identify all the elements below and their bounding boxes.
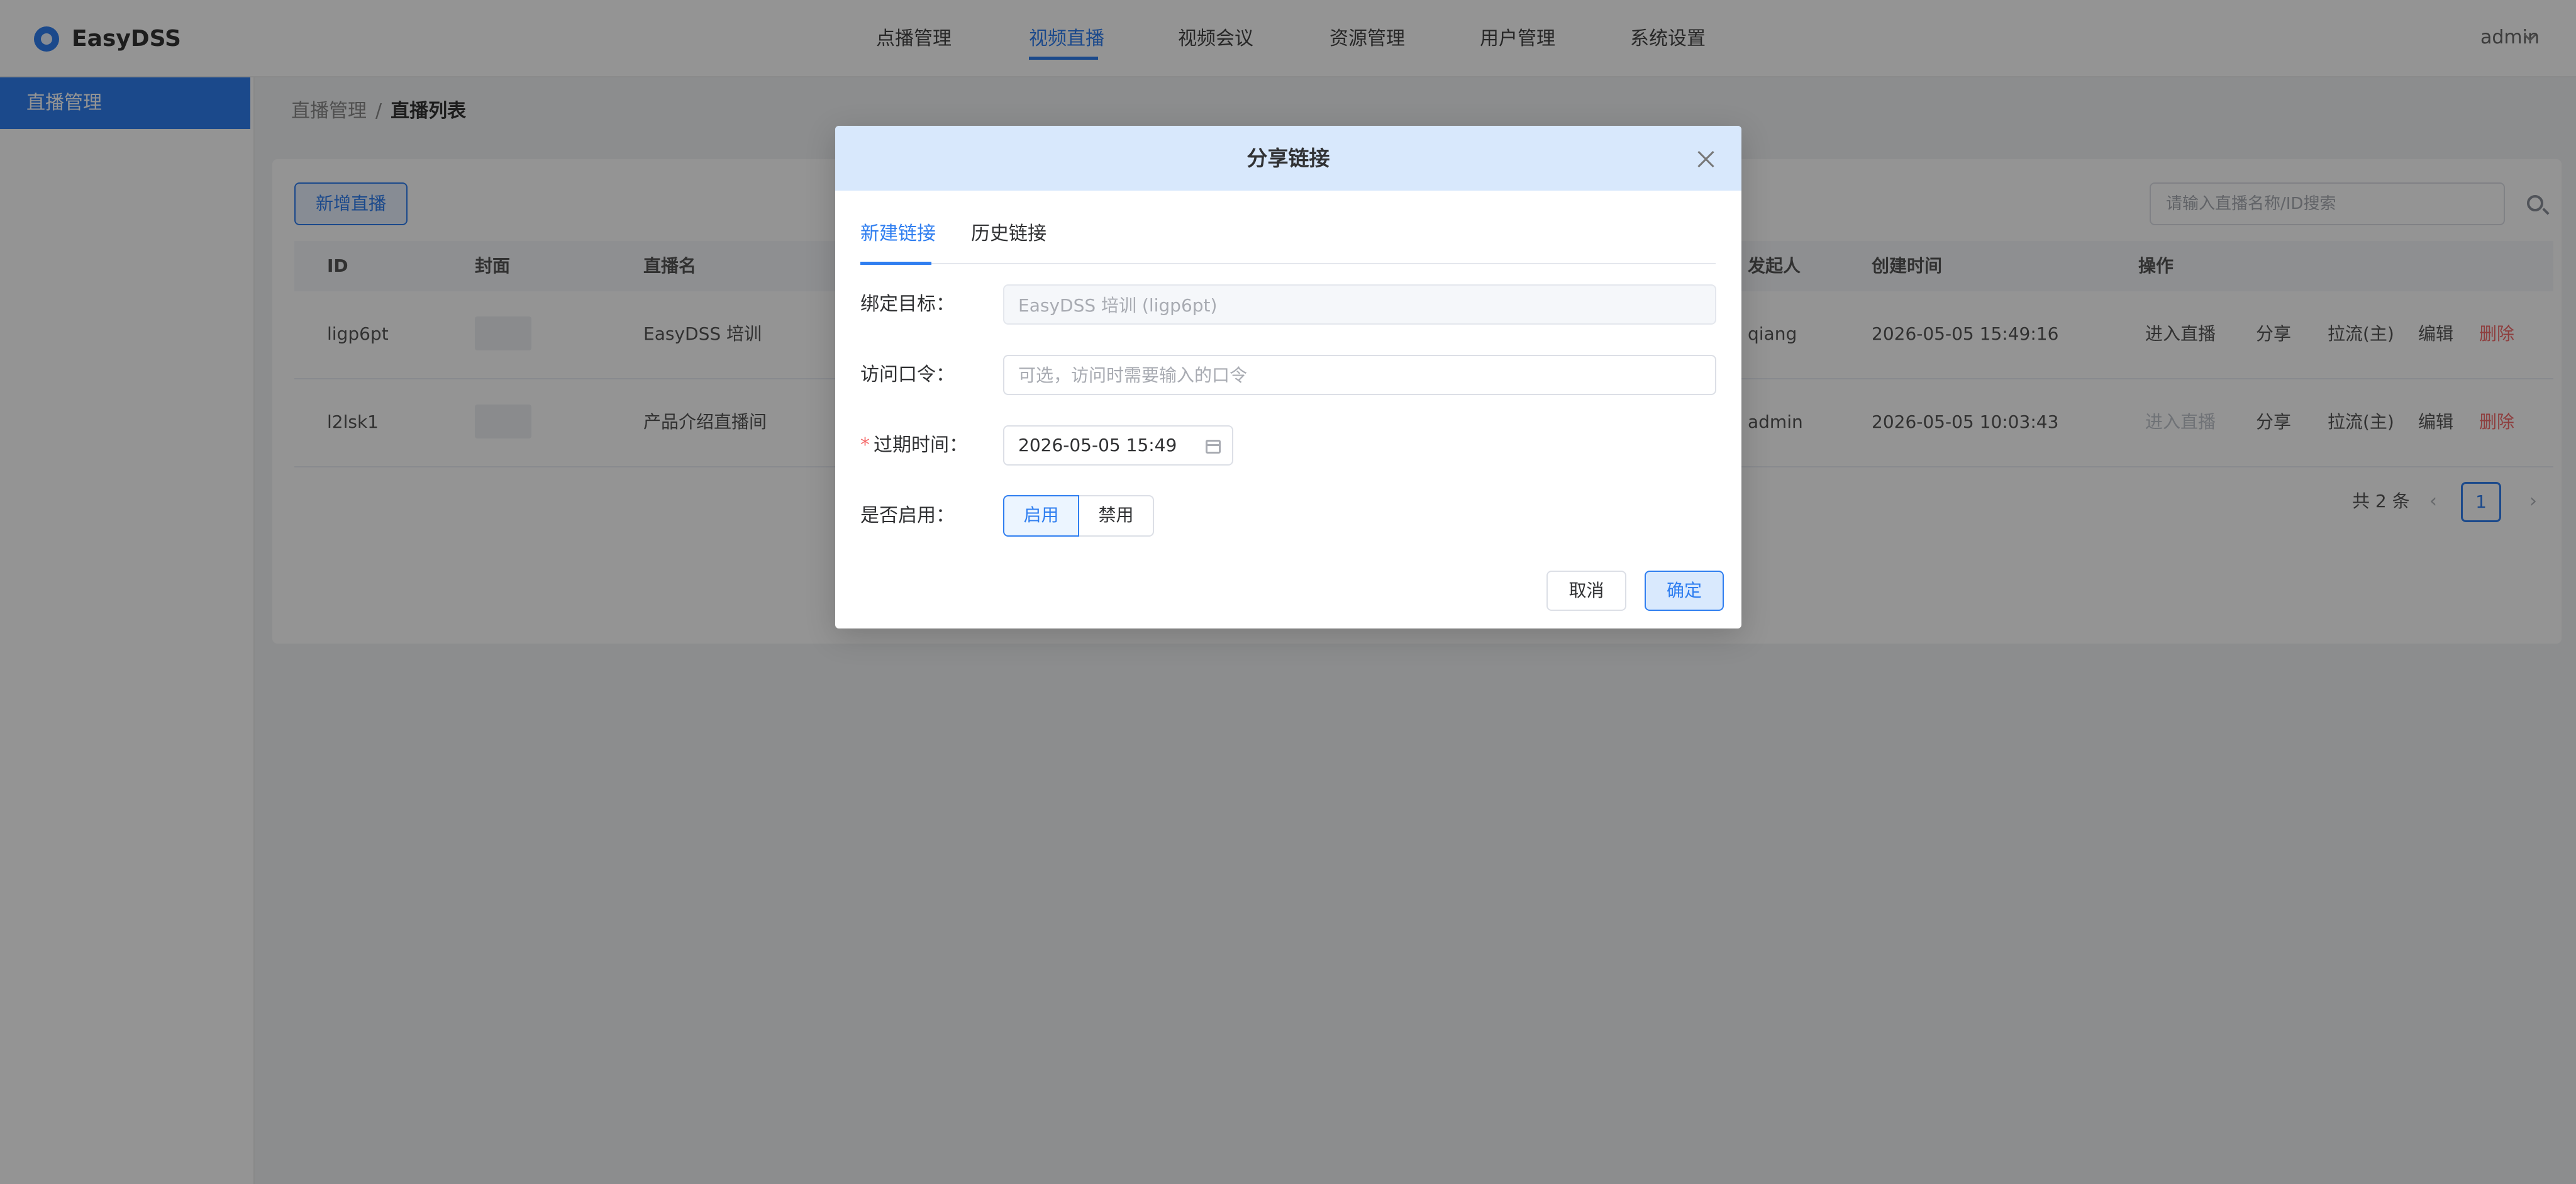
close-icon[interactable] bbox=[1697, 150, 1716, 169]
confirm-button[interactable]: 确定 bbox=[1645, 571, 1724, 611]
dialog-header: 分享链接 bbox=[835, 126, 1741, 191]
target-field bbox=[1003, 284, 1716, 325]
enabled-label: 是否启用： bbox=[860, 505, 955, 527]
expire-date-value: 2026-05-05 15:49 bbox=[1018, 435, 1177, 455]
password-field[interactable] bbox=[1003, 355, 1716, 395]
tab-active-indicator bbox=[860, 262, 931, 265]
password-label: 访问口令： bbox=[860, 364, 955, 386]
dialog-title: 分享链接 bbox=[1246, 146, 1330, 170]
expire-label: * 过期时间： bbox=[860, 432, 968, 459]
expire-label-text: 过期时间： bbox=[874, 434, 968, 456]
share-link-dialog: 分享链接 新建链接 历史链接 绑定目标： 访问口令： *过期时间： 2026-0… bbox=[835, 126, 1741, 628]
cancel-button[interactable]: 取消 bbox=[1546, 571, 1626, 611]
disable-option-button[interactable]: 禁用 bbox=[1078, 495, 1154, 537]
expire-date-picker[interactable]: 2026-05-05 15:49 bbox=[1003, 425, 1233, 466]
calendar-icon[interactable] bbox=[1206, 440, 1221, 454]
tab-history-link[interactable]: 历史链接 bbox=[971, 220, 1046, 248]
dialog-tabs: 新建链接 历史链接 bbox=[860, 214, 1716, 265]
tab-new-link[interactable]: 新建链接 bbox=[860, 220, 936, 248]
enable-option-button[interactable]: 启用 bbox=[1003, 495, 1079, 537]
target-label: 绑定目标： bbox=[860, 293, 955, 315]
enabled-toggle-group: 启用 禁用 bbox=[1003, 495, 1154, 537]
app-root: EasyDSS 点播管理 视频直播 视频会议 资源管理 用户管理 系统设置 ad… bbox=[0, 0, 2576, 1184]
required-mark: * bbox=[860, 434, 870, 456]
